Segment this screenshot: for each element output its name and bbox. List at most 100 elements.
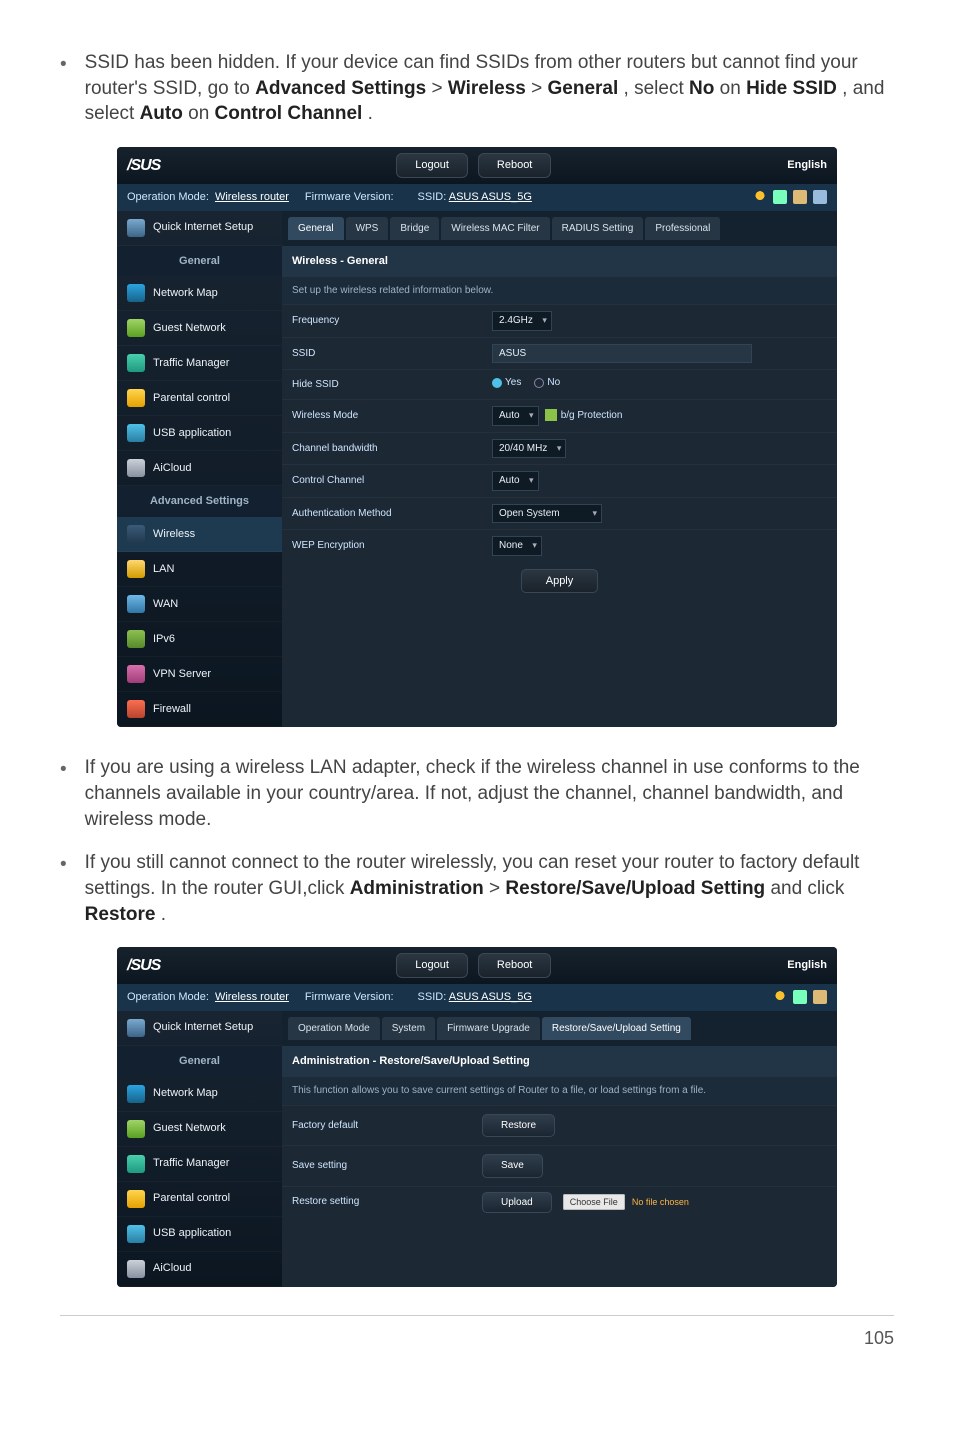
map-icon bbox=[127, 284, 145, 302]
usb-icon bbox=[793, 190, 807, 204]
sidebar-item-vpn-server[interactable]: VPN Server bbox=[117, 657, 282, 692]
tab-bridge[interactable]: Bridge bbox=[390, 217, 439, 241]
sidebar-item-label: Quick Internet Setup bbox=[153, 220, 253, 235]
text: . bbox=[368, 103, 373, 124]
status-line: Operation Mode: Wireless router Firmware… bbox=[117, 184, 837, 211]
frequency-select[interactable]: 2.4GHz bbox=[492, 311, 552, 331]
sidebar-item-usb-application[interactable]: USB application bbox=[117, 1217, 282, 1252]
sidebar-item-aicloud[interactable]: AiCloud bbox=[117, 451, 282, 486]
brand-logo: /SUS bbox=[127, 155, 160, 177]
sidebar-qis[interactable]: Quick Internet Setup bbox=[117, 211, 282, 246]
sidebar-item-label: USB application bbox=[153, 1226, 231, 1241]
brand-logo: /SUS bbox=[127, 955, 160, 977]
reboot-button[interactable]: Reboot bbox=[478, 153, 551, 178]
fw-label: Firmware Version: bbox=[305, 190, 394, 205]
sidebar-item-guest-network[interactable]: Guest Network bbox=[117, 1112, 282, 1147]
save-setting-label: Save setting bbox=[292, 1159, 452, 1173]
checkbox-label: b/g Protection bbox=[561, 410, 623, 421]
wireless-icon bbox=[127, 525, 145, 543]
channel-bandwidth-select[interactable]: 20/40 MHz bbox=[492, 439, 566, 459]
sidebar-item-lan[interactable]: LAN bbox=[117, 552, 282, 587]
sidebar-item-network-map[interactable]: Network Map bbox=[117, 1077, 282, 1112]
ssid-link[interactable]: ASUS ASUS_5G bbox=[449, 991, 532, 1003]
sidebar-item-parental-control[interactable]: Parental control bbox=[117, 1182, 282, 1217]
vpn-icon bbox=[127, 665, 145, 683]
tab-firmware-upgrade[interactable]: Firmware Upgrade bbox=[437, 1017, 540, 1041]
sidebar-item-label: AiCloud bbox=[153, 461, 192, 476]
wireless-mode-select[interactable]: Auto bbox=[492, 406, 539, 426]
restore-setting-label: Restore setting bbox=[292, 1195, 452, 1209]
sidebar-item-wireless[interactable]: Wireless bbox=[117, 517, 282, 552]
language-selector[interactable]: English bbox=[787, 158, 827, 173]
cloud-icon bbox=[127, 1260, 145, 1278]
sidebar-item-aicloud[interactable]: AiCloud bbox=[117, 1252, 282, 1287]
radio-label: Yes bbox=[505, 376, 521, 390]
sidebar-qis[interactable]: Quick Internet Setup bbox=[117, 1011, 282, 1046]
sidebar-item-traffic-manager[interactable]: Traffic Manager bbox=[117, 1147, 282, 1182]
tab-radius[interactable]: RADIUS Setting bbox=[552, 217, 644, 241]
text: on bbox=[720, 78, 746, 99]
tab-professional[interactable]: Professional bbox=[645, 217, 720, 241]
qis-icon bbox=[127, 219, 145, 237]
tab-operation-mode[interactable]: Operation Mode bbox=[288, 1017, 380, 1041]
sidebar-section-general: General bbox=[117, 1046, 282, 1077]
panel-title: Wireless - General bbox=[282, 246, 837, 277]
logout-button[interactable]: Logout bbox=[396, 953, 468, 978]
tab-restore-save-upload[interactable]: Restore/Save/Upload Setting bbox=[542, 1017, 691, 1041]
language-selector[interactable]: English bbox=[787, 958, 827, 973]
sidebar-item-usb-application[interactable]: USB application bbox=[117, 416, 282, 451]
traffic-icon bbox=[127, 1155, 145, 1173]
ssid-link[interactable]: ASUS ASUS_5G bbox=[449, 191, 532, 203]
sidebar-item-ipv6[interactable]: IPv6 bbox=[117, 622, 282, 657]
sidebar-item-label: WAN bbox=[153, 597, 178, 612]
sidebar-item-guest-network[interactable]: Guest Network bbox=[117, 311, 282, 346]
page-number: 105 bbox=[60, 1315, 894, 1350]
sidebar-item-network-map[interactable]: Network Map bbox=[117, 276, 282, 311]
sidebar-item-parental-control[interactable]: Parental control bbox=[117, 381, 282, 416]
sidebar: Quick Internet Setup General Network Map… bbox=[117, 1011, 282, 1287]
upload-button[interactable]: Upload bbox=[482, 1192, 552, 1213]
op-mode-link[interactable]: Wireless router bbox=[215, 990, 289, 1005]
panel-subtitle: Set up the wireless related information … bbox=[282, 277, 837, 305]
hide-ssid-no[interactable]: No bbox=[534, 376, 560, 390]
text-bold: Advanced Settings bbox=[255, 78, 426, 99]
sidebar-item-firewall[interactable]: Firewall bbox=[117, 692, 282, 727]
sidebar-item-wan[interactable]: WAN bbox=[117, 587, 282, 622]
tab-wps[interactable]: WPS bbox=[346, 217, 389, 241]
choose-file-button[interactable]: Choose File bbox=[563, 1194, 625, 1210]
sidebar-item-label: Network Map bbox=[153, 1086, 218, 1101]
text: and click bbox=[770, 878, 844, 899]
mail-icon bbox=[793, 990, 807, 1004]
text-bold: General bbox=[548, 78, 619, 99]
wan-icon bbox=[127, 595, 145, 613]
ssid-label: SSID: ASUS ASUS_5G bbox=[418, 990, 532, 1005]
auth-method-select[interactable]: Open System bbox=[492, 504, 602, 524]
tab-system[interactable]: System bbox=[382, 1017, 435, 1041]
control-channel-select[interactable]: Auto bbox=[492, 471, 539, 491]
reboot-button[interactable]: Reboot bbox=[478, 953, 551, 978]
ssid-input[interactable]: ASUS bbox=[492, 344, 752, 364]
screenshot-wireless-general: /SUS Logout Reboot English Operation Mod… bbox=[117, 147, 837, 727]
text-bold: Wireless bbox=[448, 78, 526, 99]
wep-encryption-select[interactable]: None bbox=[492, 536, 542, 556]
bg-protection-checkbox[interactable] bbox=[545, 409, 557, 421]
text-bold: Control Channel bbox=[215, 103, 363, 124]
tab-mac-filter[interactable]: Wireless MAC Filter bbox=[441, 217, 549, 241]
sidebar-item-label: Traffic Manager bbox=[153, 356, 229, 371]
tab-general[interactable]: General bbox=[288, 217, 344, 241]
status-icons bbox=[753, 190, 827, 204]
restore-button[interactable]: Restore bbox=[482, 1114, 555, 1138]
hide-ssid-yes[interactable]: Yes bbox=[492, 376, 521, 390]
factory-default-label: Factory default bbox=[292, 1119, 452, 1133]
op-mode-link[interactable]: Wireless router bbox=[215, 190, 289, 205]
ssid-label: SSID: ASUS ASUS_5G bbox=[418, 190, 532, 205]
guest-icon bbox=[127, 1120, 145, 1138]
apply-button[interactable]: Apply bbox=[521, 569, 599, 593]
sidebar-item-traffic-manager[interactable]: Traffic Manager bbox=[117, 346, 282, 381]
text: > bbox=[431, 78, 447, 99]
sidebar-item-label: Guest Network bbox=[153, 321, 226, 336]
save-button[interactable]: Save bbox=[482, 1154, 543, 1178]
panel-subtitle: This function allows you to save current… bbox=[282, 1077, 837, 1105]
logout-button[interactable]: Logout bbox=[396, 153, 468, 178]
main-panel: General WPS Bridge Wireless MAC Filter R… bbox=[282, 211, 837, 728]
